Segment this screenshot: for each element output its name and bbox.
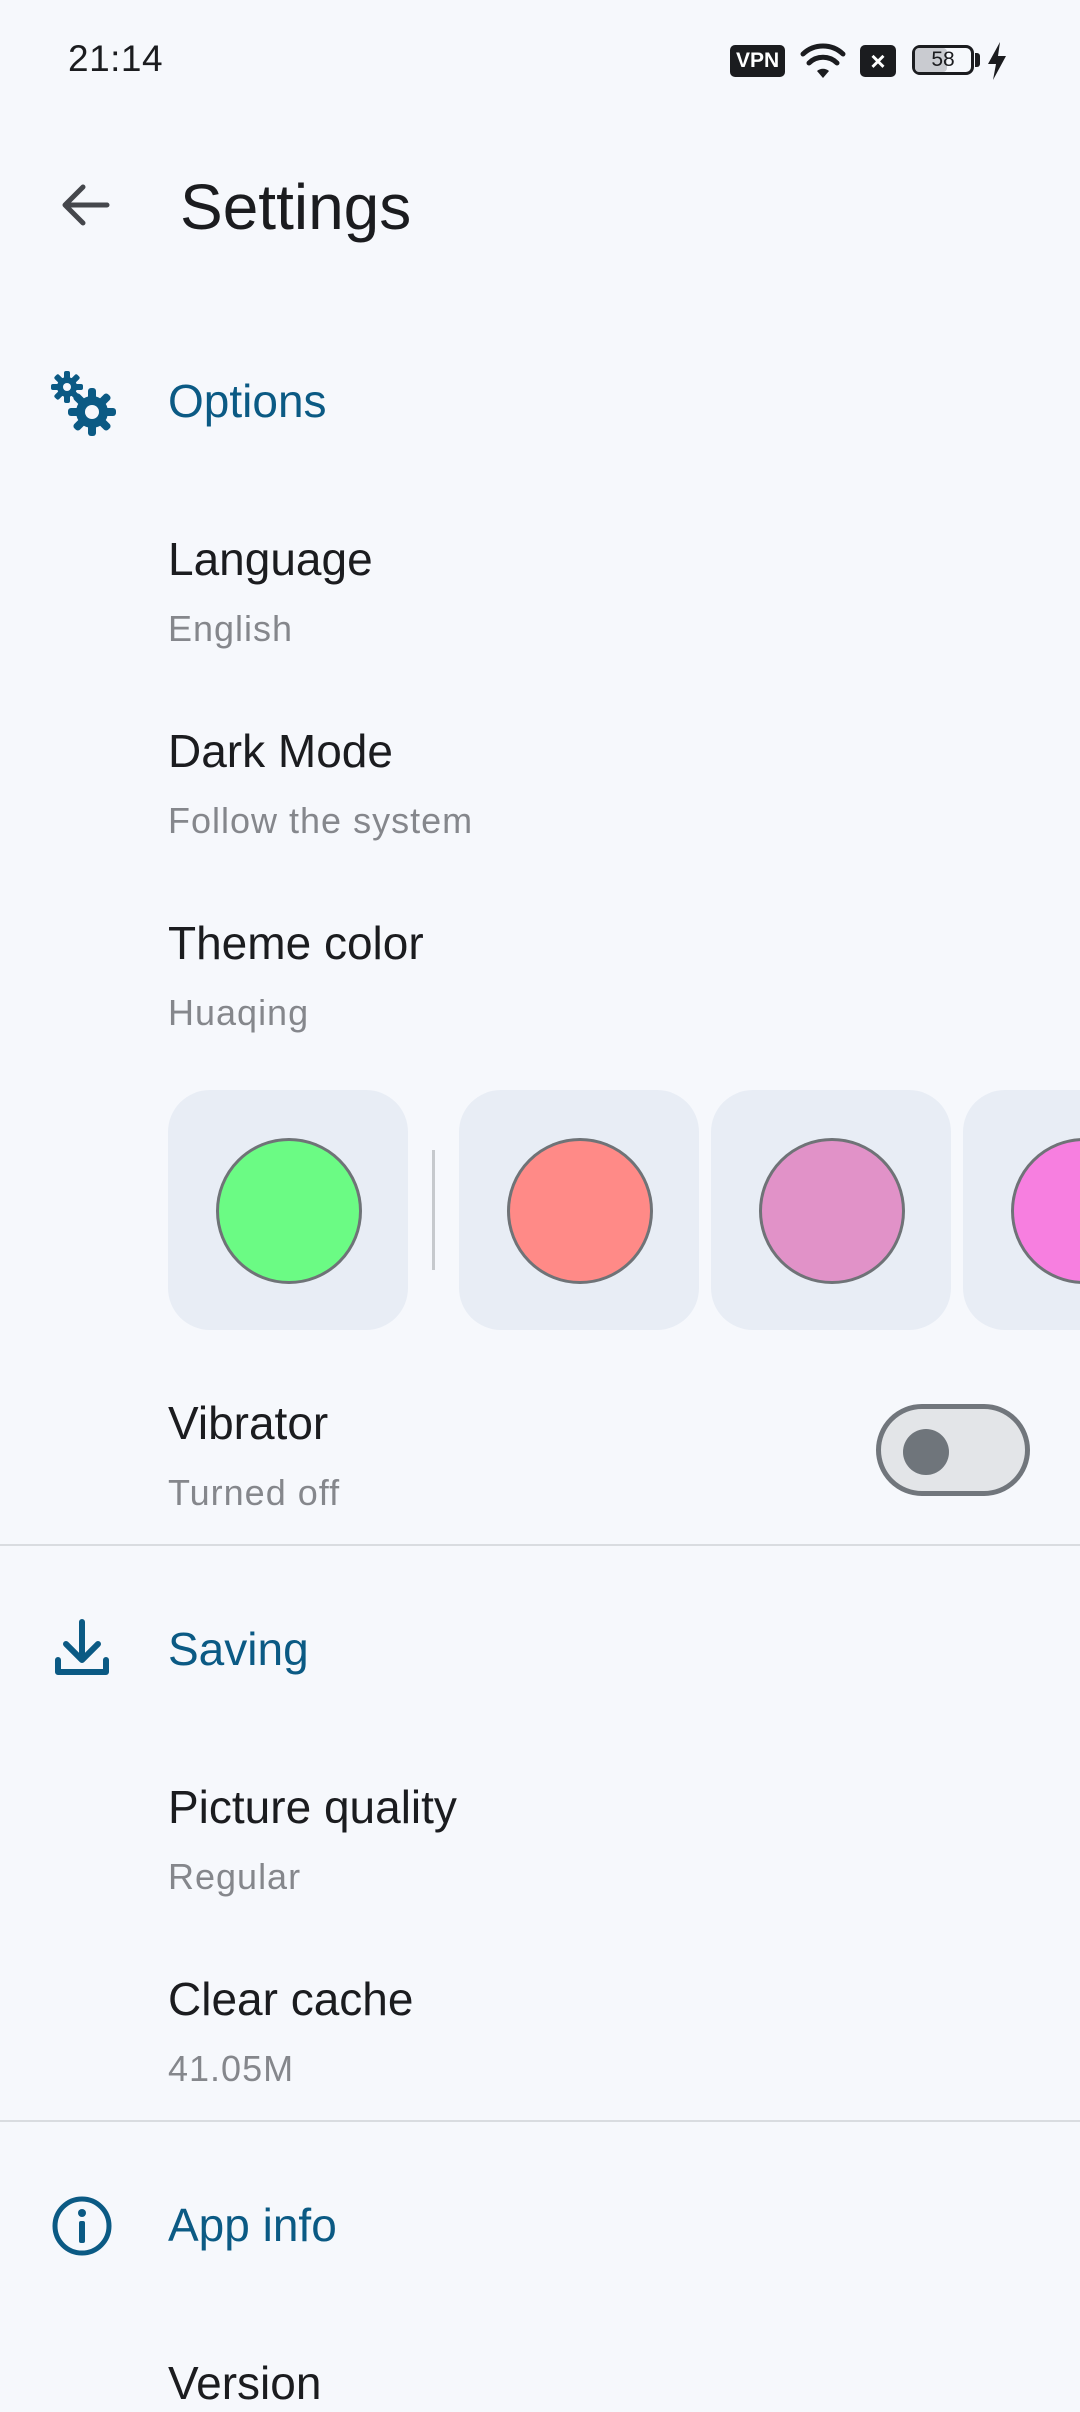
section-divider: [0, 1544, 1080, 1546]
theme-swatch-1[interactable]: [168, 1090, 408, 1330]
swatch-circle: [759, 1138, 905, 1284]
clear-cache-value: 41.05M: [168, 2048, 295, 2089]
theme-color-title: Theme color: [168, 917, 424, 969]
swatch-circle: [216, 1138, 362, 1284]
swatch-circle: [507, 1138, 653, 1284]
vibrator-title: Vibrator: [168, 1397, 329, 1449]
status-bar: 21:14 VPN × 58: [0, 0, 1080, 124]
swatch-circle: [1011, 1138, 1080, 1284]
dark-mode-value: Follow the system: [168, 800, 474, 841]
section-header-saving: Saving: [0, 1600, 1080, 1690]
language-title: Language: [168, 533, 373, 585]
settings-screen: 21:14 VPN × 58 Settings Options Language…: [0, 0, 1080, 2412]
section-title-app-info: App info: [168, 2199, 337, 2251]
clear-cache-setting[interactable]: Clear cache 41.05M: [168, 1972, 1028, 2132]
picture-quality-value: Regular: [168, 1856, 302, 1897]
battery-icon: 58: [912, 45, 974, 75]
theme-swatch-4[interactable]: [963, 1090, 1080, 1330]
section-title-saving: Saving: [168, 1623, 309, 1675]
notification-blocked-icon: ×: [860, 45, 896, 77]
dark-mode-setting[interactable]: Dark Mode Follow the system: [168, 724, 1028, 884]
version-title: Version: [168, 2357, 322, 2409]
gears-icon: [51, 371, 116, 436]
theme-color-swatches: [168, 1090, 1080, 1330]
wifi-icon: [800, 43, 846, 78]
arrow-back-icon: [62, 184, 110, 226]
page-title: Settings: [180, 171, 412, 243]
section-header-options: Options: [0, 352, 1080, 442]
language-setting[interactable]: Language English: [168, 532, 1028, 692]
picture-quality-setting[interactable]: Picture quality Regular: [168, 1780, 1028, 1940]
theme-swatch-3[interactable]: [711, 1090, 951, 1330]
back-button[interactable]: [40, 160, 130, 250]
vpn-icon: VPN: [730, 45, 786, 77]
theme-color-setting[interactable]: Theme color Huaqing: [168, 916, 1028, 1076]
toggle-knob: [903, 1429, 949, 1475]
dark-mode-title: Dark Mode: [168, 725, 393, 777]
info-icon: [52, 2196, 112, 2256]
charging-bolt-icon: [988, 42, 1006, 80]
theme-color-value: Huaqing: [168, 992, 310, 1033]
swatch-divider: [432, 1150, 435, 1270]
battery-tip: [975, 53, 980, 67]
section-divider: [0, 2120, 1080, 2122]
version-setting[interactable]: Version: [168, 2356, 1028, 2412]
vibrator-toggle[interactable]: [876, 1404, 1030, 1496]
vibrator-value: Turned off: [168, 1472, 341, 1513]
section-title-options: Options: [168, 375, 327, 427]
status-time: 21:14: [68, 38, 164, 79]
section-header-app-info: App info: [0, 2176, 1080, 2266]
theme-swatch-2[interactable]: [459, 1090, 699, 1330]
language-value: English: [168, 608, 294, 649]
download-icon: [55, 1619, 109, 1675]
battery-percentage: 58: [931, 48, 955, 71]
picture-quality-title: Picture quality: [168, 1781, 457, 1833]
clear-cache-title: Clear cache: [168, 1973, 414, 2025]
